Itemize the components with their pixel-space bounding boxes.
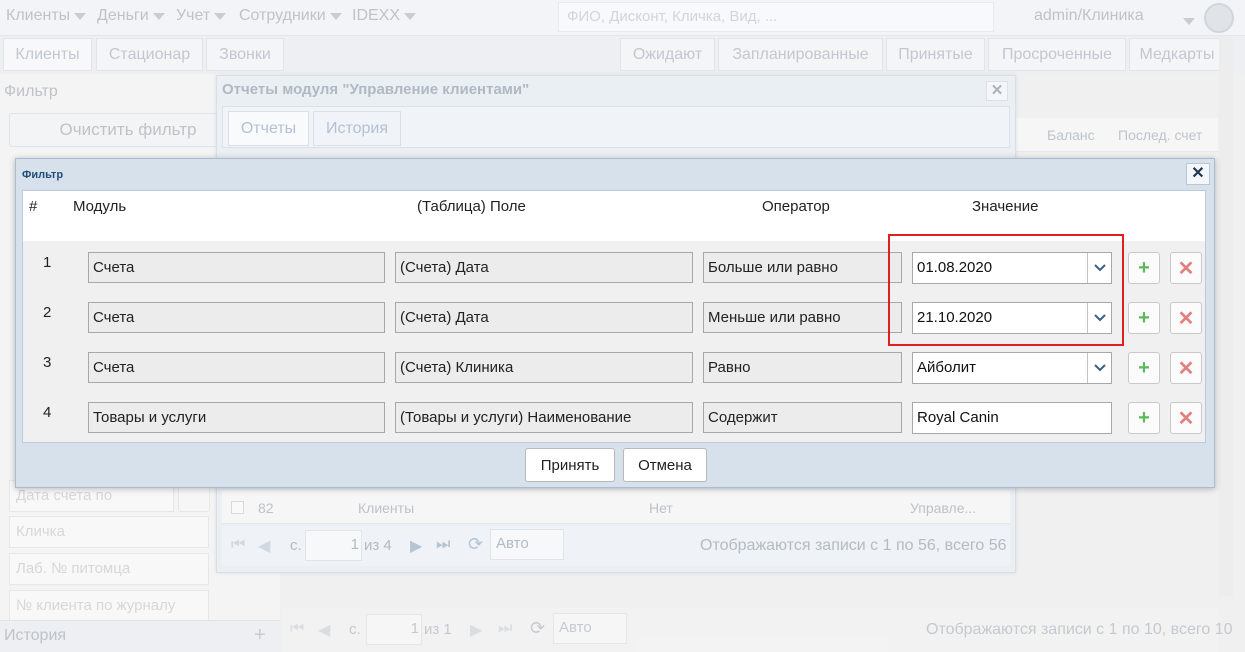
- accept-button[interactable]: Принять: [525, 448, 615, 482]
- row-number: 2: [43, 304, 52, 321]
- add-condition-button[interactable]: +: [1128, 302, 1160, 334]
- add-condition-button[interactable]: +: [1128, 402, 1160, 434]
- operator-select[interactable]: Содержит: [703, 402, 902, 433]
- remove-condition-button[interactable]: ✕: [1170, 302, 1202, 334]
- chevron-down-icon[interactable]: [1087, 353, 1111, 383]
- module-select[interactable]: Товары и услуги: [88, 402, 385, 433]
- add-condition-button[interactable]: +: [1128, 252, 1160, 284]
- row-number: 4: [43, 404, 52, 421]
- module-select[interactable]: Счета: [88, 352, 385, 383]
- field-select[interactable]: (Счета) Дата: [395, 252, 693, 283]
- row-number: 3: [43, 354, 52, 371]
- header-value: Значение: [972, 198, 1039, 215]
- remove-condition-button[interactable]: ✕: [1170, 252, 1202, 284]
- header-number: #: [29, 198, 38, 215]
- module-select[interactable]: Счета: [88, 252, 385, 283]
- value-select[interactable]: Айболит: [912, 352, 1112, 384]
- value-text: Royal Canin: [917, 409, 999, 426]
- cancel-button[interactable]: Отмена: [623, 448, 707, 482]
- header-field: (Таблица) Поле: [417, 198, 526, 215]
- operator-select[interactable]: Равно: [703, 352, 902, 383]
- value-input[interactable]: Royal Canin: [912, 402, 1112, 434]
- header-operator: Оператор: [762, 198, 830, 215]
- field-select[interactable]: (Товары и услуги) Наименование: [395, 402, 693, 433]
- value-text: Айболит: [917, 359, 976, 376]
- operator-select[interactable]: Меньше или равно: [703, 302, 902, 333]
- field-select[interactable]: (Счета) Клиника: [395, 352, 693, 383]
- add-condition-button[interactable]: +: [1128, 352, 1160, 384]
- header-module: Модуль: [73, 198, 127, 215]
- module-select[interactable]: Счета: [88, 302, 385, 333]
- operator-select[interactable]: Больше или равно: [703, 252, 902, 283]
- row-number: 1: [43, 254, 52, 271]
- filter-close-icon[interactable]: ✕: [1186, 163, 1210, 185]
- filter-dialog-title: Фильтр: [22, 169, 64, 181]
- remove-condition-button[interactable]: ✕: [1170, 352, 1202, 384]
- field-select[interactable]: (Счета) Дата: [395, 302, 693, 333]
- highlight-box: [888, 234, 1124, 346]
- remove-condition-button[interactable]: ✕: [1170, 402, 1202, 434]
